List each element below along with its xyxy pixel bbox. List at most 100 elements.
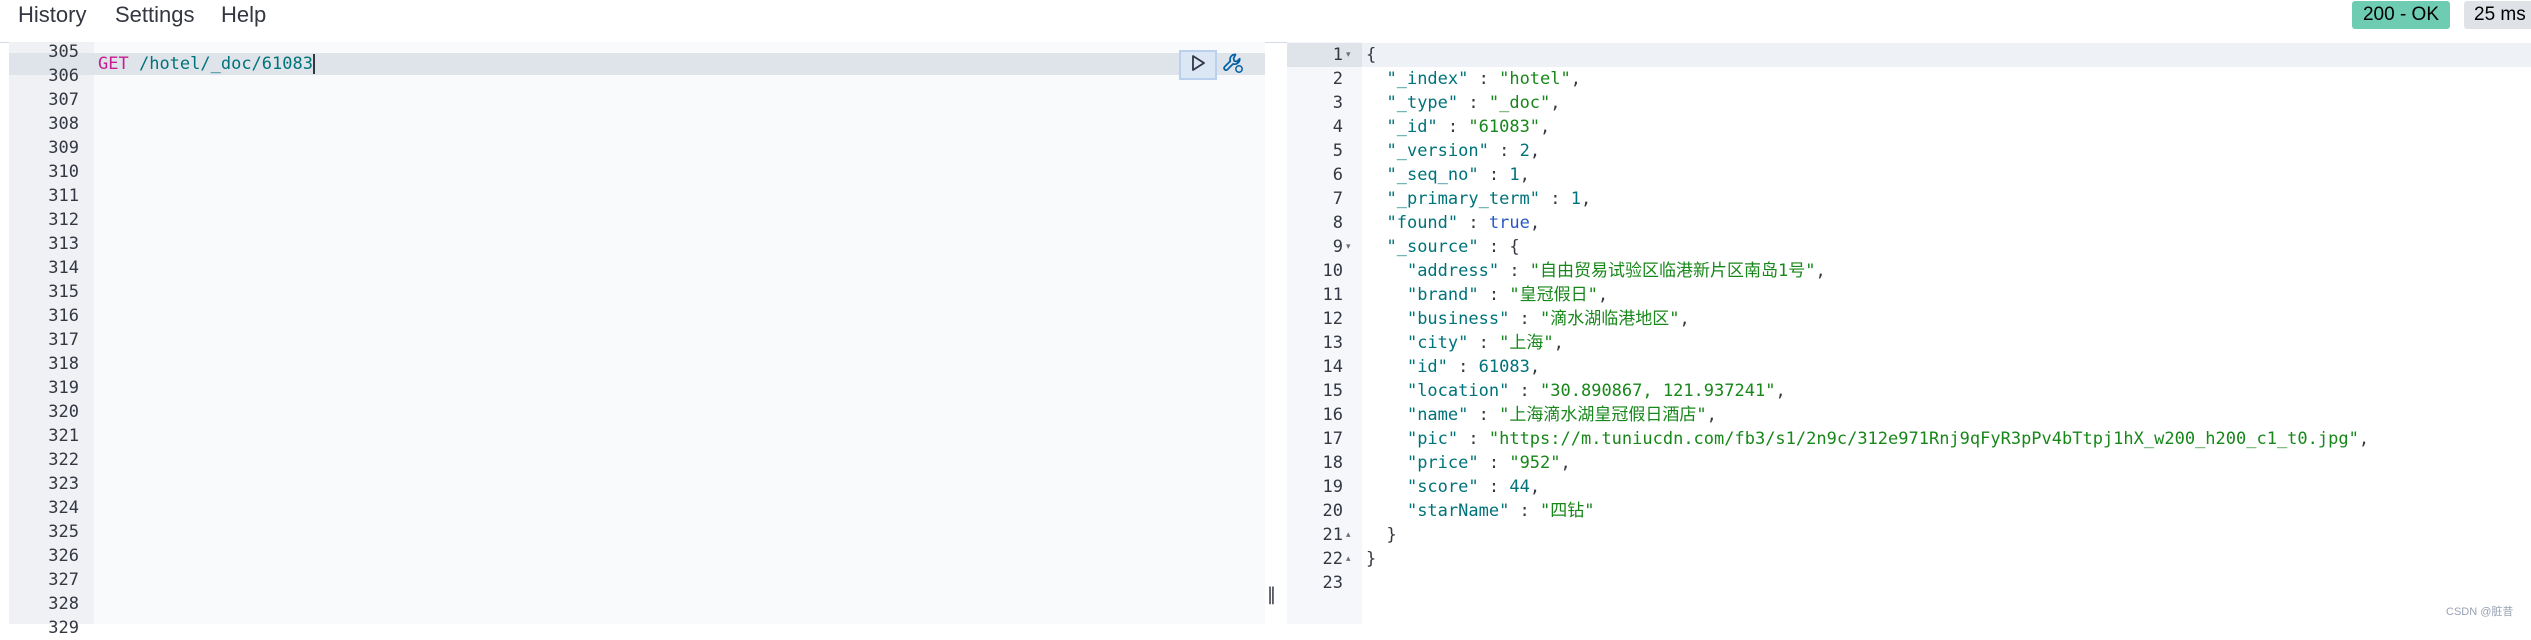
response-line: } bbox=[1366, 523, 2369, 547]
line-number: 8 bbox=[1332, 213, 1343, 233]
json-token: , bbox=[1529, 141, 1541, 161]
json-token: , bbox=[1706, 405, 1717, 425]
response-line: "address" : "自由贸易试验区临港新片区南岛1号", bbox=[1366, 259, 2369, 283]
fold-toggle-icon[interactable]: ▾ bbox=[1346, 43, 1360, 67]
response-line: "id" : 61083, bbox=[1366, 355, 2369, 379]
response-line: "name" : "上海滴水湖皇冠假日酒店", bbox=[1366, 403, 2369, 427]
json-token: "滴水湖临港地区" bbox=[1540, 309, 1680, 329]
menu-help[interactable]: Help bbox=[221, 0, 266, 30]
json-token: , bbox=[1553, 333, 1564, 353]
request-editor[interactable] bbox=[94, 42, 1265, 624]
json-token: , bbox=[1529, 357, 1541, 377]
json-token: : bbox=[1437, 117, 1469, 137]
line-number: 17 bbox=[1322, 429, 1343, 449]
response-line: } bbox=[1366, 547, 2369, 571]
watermark: CSDN @脏昔 bbox=[2446, 606, 2514, 618]
line-number: 306 bbox=[48, 66, 79, 86]
json-token: 2 bbox=[1519, 141, 1530, 161]
json-token: , bbox=[1775, 381, 1786, 401]
text-cursor bbox=[312, 54, 315, 74]
json-token: : bbox=[1458, 429, 1489, 449]
json-token: 1 bbox=[1570, 189, 1581, 209]
json-token: : bbox=[1499, 261, 1530, 281]
line-number: 324 bbox=[48, 498, 79, 518]
response-time-badge: 25 ms bbox=[2464, 1, 2531, 29]
fold-markers: ▾ ▾ ▴ ▴ bbox=[1346, 43, 1360, 595]
json-token: "score" bbox=[1406, 477, 1479, 497]
line-number: 326 bbox=[48, 546, 79, 566]
fold-toggle-icon[interactable]: ▾ bbox=[1346, 235, 1360, 259]
line-number: 23 bbox=[1322, 573, 1343, 593]
response-line: "found" : true, bbox=[1366, 211, 2369, 235]
json-token: , bbox=[2358, 429, 2370, 449]
response-line: "starName" : "四钻" bbox=[1366, 499, 2369, 523]
play-icon bbox=[1189, 54, 1207, 77]
json-token: : bbox=[1509, 381, 1541, 401]
json-token: 61083 bbox=[1478, 357, 1530, 377]
json-token: : bbox=[1540, 189, 1571, 209]
line-number: 4 bbox=[1332, 117, 1343, 137]
line-number: 14 bbox=[1322, 357, 1343, 377]
json-token: "id" bbox=[1406, 357, 1448, 377]
json-token: 1 bbox=[1509, 165, 1520, 185]
request-method: GET bbox=[98, 54, 129, 74]
request-options-button[interactable] bbox=[1220, 52, 1246, 78]
line-number: 321 bbox=[48, 426, 79, 446]
line-number: 1 bbox=[1332, 45, 1343, 65]
json-token: , bbox=[1529, 477, 1541, 497]
json-token: "上海滴水湖皇冠假日酒店" bbox=[1499, 405, 1707, 425]
json-token: "_source" bbox=[1386, 237, 1479, 257]
line-number: 307 bbox=[48, 90, 79, 110]
json-token: , bbox=[1580, 189, 1592, 209]
line-number: 9 bbox=[1332, 237, 1343, 257]
menu-history[interactable]: History bbox=[18, 0, 86, 30]
line-number: 311 bbox=[48, 186, 79, 206]
line-number: 5 bbox=[1332, 141, 1343, 161]
json-token: "starName" bbox=[1406, 501, 1510, 521]
json-token: "brand" bbox=[1406, 285, 1479, 305]
request-line[interactable]: GET /hotel/_doc/61083 bbox=[98, 52, 315, 76]
json-token: "business" bbox=[1406, 309, 1510, 329]
menu-settings[interactable]: Settings bbox=[115, 0, 195, 30]
line-number: 314 bbox=[48, 258, 79, 278]
line-number: 308 bbox=[48, 114, 79, 134]
panel-resizer[interactable]: ‖ bbox=[1267, 585, 1277, 605]
json-token: 44 bbox=[1509, 477, 1530, 497]
json-token: : bbox=[1458, 213, 1489, 233]
response-line: "_seq_no" : 1, bbox=[1366, 163, 2369, 187]
line-number: 10 bbox=[1322, 261, 1343, 281]
json-token: "name" bbox=[1406, 405, 1469, 425]
json-token: "location" bbox=[1406, 381, 1510, 401]
line-number: 19 bbox=[1322, 477, 1343, 497]
json-token: "_version" bbox=[1386, 141, 1489, 161]
json-token: , bbox=[1597, 285, 1609, 305]
fold-toggle-icon[interactable]: ▴ bbox=[1346, 547, 1360, 571]
response-line: "business" : "滴水湖临港地区", bbox=[1366, 307, 2369, 331]
json-token: "found" bbox=[1386, 213, 1459, 233]
line-number: 313 bbox=[48, 234, 79, 254]
line-number: 319 bbox=[48, 378, 79, 398]
json-token: : bbox=[1447, 357, 1479, 377]
run-request-button[interactable] bbox=[1179, 50, 1217, 80]
response-line-numbers: 1 2 3 4 5 6 7 8 9 10 11 12 13 14 15 16 17 18 19 20 21 22 23 bbox=[1287, 43, 1343, 595]
response-line bbox=[1366, 571, 2369, 595]
fold-toggle-icon[interactable]: ▴ bbox=[1346, 523, 1360, 547]
json-token: , bbox=[1570, 69, 1581, 89]
